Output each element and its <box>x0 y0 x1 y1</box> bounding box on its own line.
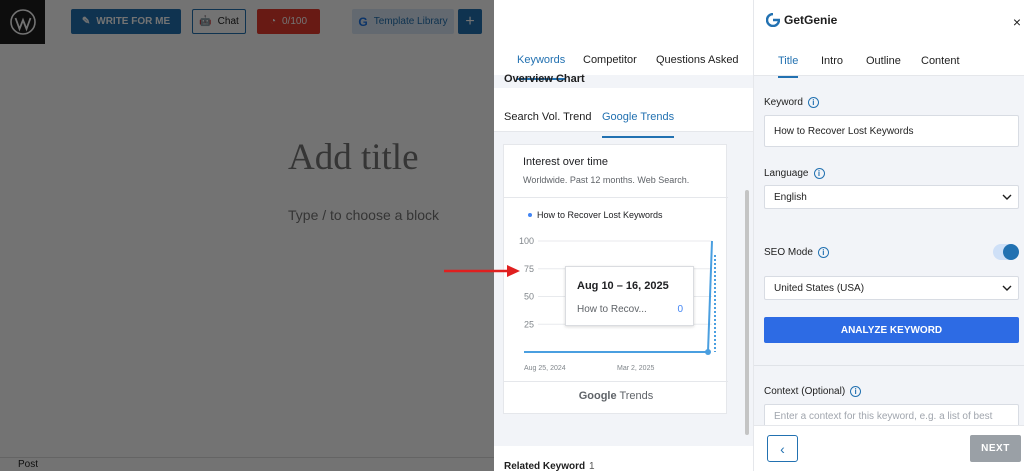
tab-title[interactable]: Title <box>778 55 799 78</box>
chat-button[interactable]: 🤖 Chat <box>192 9 246 34</box>
keyword-research-panel: Keywords Competitor Questions Asked Over… <box>494 0 753 471</box>
plus-icon: + <box>465 12 475 30</box>
write-for-me-label: WRITE FOR ME <box>96 16 171 27</box>
tooltip-value: 0 <box>677 304 683 315</box>
x-tick-label: Aug 25, 2024 <box>524 365 566 372</box>
tab-content[interactable]: Content <box>921 55 960 67</box>
y-tick-label: 25 <box>524 319 534 329</box>
trends-wordmark: Trends <box>619 390 654 402</box>
y-tick-label: 50 <box>524 292 534 302</box>
x-tick-label: Mar 2, 2025 <box>617 365 654 372</box>
tab-outline[interactable]: Outline <box>866 55 901 67</box>
tab-google-trends[interactable]: Google Trends <box>602 111 675 138</box>
post-title-input[interactable]: Add title <box>288 136 419 179</box>
gauge-icon: ◔ <box>269 16 276 27</box>
related-keyword-label: Related Keyword <box>504 461 586 471</box>
trends-subtitle: Worldwide. Past 12 months. Web Search. <box>523 175 690 185</box>
tooltip-series-label: How to Recov... <box>577 304 647 315</box>
divider <box>504 381 728 382</box>
toggle-knob <box>1003 244 1019 260</box>
related-keyword-count: 1 <box>589 461 595 471</box>
keyword-label: Keyword i <box>764 97 819 108</box>
seo-mode-label-text: SEO Mode <box>764 247 813 258</box>
related-keyword-section: Related Keyword 1 <box>494 446 753 471</box>
sidebar-header: GetGenie × <box>754 0 1024 44</box>
template-library-button[interactable]: G Template Library <box>352 9 454 34</box>
tab-questions-asked[interactable]: Questions Asked <box>656 54 739 66</box>
divider <box>504 197 728 198</box>
info-icon[interactable]: i <box>817 247 829 258</box>
language-select[interactable]: English <box>764 185 1019 209</box>
usage-label: 0/100 <box>282 16 308 27</box>
analyze-keyword-button[interactable]: ANALYZE KEYWORD <box>764 317 1019 343</box>
hover-point <box>705 349 711 355</box>
google-wordmark: Google <box>578 390 617 402</box>
trends-title: Interest over time <box>523 156 608 168</box>
keyword-label-text: Keyword <box>764 97 803 108</box>
next-button[interactable]: NEXT <box>970 435 1021 462</box>
usage-limit-button[interactable]: ◔ 0/100 <box>257 9 320 34</box>
language-label-text: Language <box>764 168 809 179</box>
getgenie-brand: GetGenie <box>766 13 837 27</box>
context-label-text: Context (Optional) <box>764 386 846 397</box>
tooltip-date: Aug 10 – 16, 2025 <box>577 280 669 292</box>
overview-chart-label: Overview Chart <box>504 73 585 85</box>
tab-intro[interactable]: Intro <box>821 55 843 67</box>
breadcrumb-post[interactable]: Post <box>18 459 38 470</box>
chart-tooltip: Aug 10 – 16, 2025 How to Recov... 0 <box>565 266 694 326</box>
editor-toolbar: ✎ WRITE FOR ME 🤖 Chat ◔ 0/100 G Template… <box>0 0 494 44</box>
robot-icon: 🤖 <box>199 16 212 27</box>
research-tabs: Keywords Competitor Questions Asked <box>494 0 753 80</box>
google-trends-widget: Interest over time Worldwide. Past 12 mo… <box>503 144 728 414</box>
language-value: English <box>774 191 807 203</box>
y-tick-label: 75 <box>524 264 534 274</box>
brand-name: GetGenie <box>784 13 838 27</box>
add-block-button[interactable]: + <box>458 9 482 34</box>
chevron-down-icon <box>1002 285 1012 291</box>
editor-canvas: Add title Type / to choose a block <box>0 44 494 457</box>
block-editor: ✎ WRITE FOR ME 🤖 Chat ◔ 0/100 G Template… <box>0 0 494 471</box>
pen-icon: ✎ <box>81 16 91 27</box>
tab-search-vol-trend[interactable]: Search Vol. Trend <box>504 111 591 123</box>
context-label: Context (Optional) i <box>764 386 862 397</box>
template-library-label: Template Library <box>373 16 448 27</box>
panel-scrollbar[interactable] <box>745 190 749 435</box>
chevron-left-icon: ‹ <box>780 440 785 457</box>
tab-competitor[interactable]: Competitor <box>583 54 637 66</box>
info-icon[interactable]: i <box>807 97 819 108</box>
annotation-arrow-icon <box>444 265 520 277</box>
info-icon[interactable]: i <box>813 168 825 179</box>
country-select[interactable]: United States (USA) <box>764 276 1019 300</box>
getgenie-logo-icon <box>766 13 780 27</box>
legend-label: How to Recover Lost Keywords <box>537 210 663 220</box>
keyword-input[interactable]: How to Recover Lost Keywords <box>764 115 1019 147</box>
getgenie-logo-icon: G <box>358 14 368 29</box>
close-icon[interactable]: × <box>1013 14 1021 30</box>
chat-label: Chat <box>217 16 239 27</box>
back-button[interactable]: ‹ <box>767 435 798 462</box>
y-tick-label: 100 <box>519 236 534 246</box>
seo-mode-label: SEO Mode i <box>764 247 829 258</box>
block-placeholder[interactable]: Type / to choose a block <box>288 207 439 223</box>
language-label: Language i <box>764 168 825 179</box>
divider <box>754 365 1024 366</box>
writer-tabs: Title Intro Outline Content <box>754 44 1024 78</box>
trends-legend: How to Recover Lost Keywords <box>528 210 663 220</box>
editor-footer: Post <box>0 457 494 471</box>
chevron-down-icon <box>1002 194 1012 200</box>
country-value: United States (USA) <box>774 282 865 294</box>
getgenie-sidebar: GetGenie × Title Intro Outline Content K… <box>753 0 1024 471</box>
tab-keywords[interactable]: Keywords <box>517 54 566 80</box>
write-for-me-button[interactable]: ✎ WRITE FOR ME <box>71 9 181 34</box>
seo-mode-toggle[interactable] <box>993 244 1019 260</box>
google-trends-logo: Google Trends <box>504 390 728 402</box>
wordpress-logo-icon[interactable] <box>0 0 45 44</box>
info-icon[interactable]: i <box>850 386 862 397</box>
legend-dot-icon <box>528 213 532 217</box>
chart-sub-tabs: Search Vol. Trend Google Trends <box>494 88 753 138</box>
sidebar-footer: ‹ NEXT <box>754 425 1024 471</box>
